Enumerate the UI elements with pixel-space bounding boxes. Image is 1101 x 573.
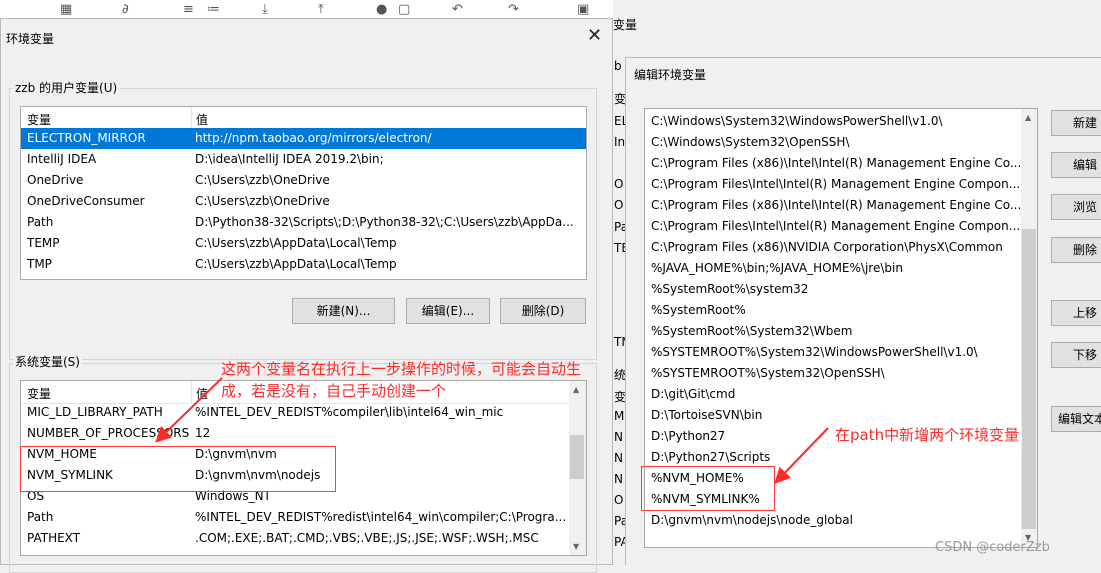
arrow-right: [774, 427, 829, 484]
annotation-arrows: [155, 377, 829, 484]
watermark: CSDN @coderZzb: [935, 540, 1050, 555]
arrow-left: [155, 377, 223, 443]
